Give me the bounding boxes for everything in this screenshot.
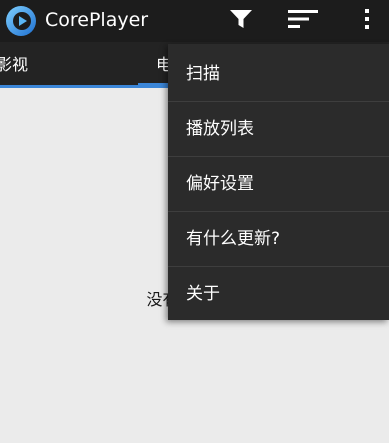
overflow-menu: 扫描 播放列表 偏好设置 有什么更新? 关于: [168, 44, 389, 320]
menu-item-about[interactable]: 关于: [168, 267, 389, 322]
action-bar: CorePlayer: [0, 0, 389, 42]
menu-item-preferences[interactable]: 偏好设置: [168, 157, 389, 212]
coreplayer-logo-icon[interactable]: [4, 4, 38, 38]
menu-item-scan[interactable]: 扫描: [168, 47, 389, 102]
sort-button[interactable]: [284, 0, 322, 42]
overflow-menu-button[interactable]: [350, 0, 384, 42]
app-screen: CorePlayer 影视 电 扫描 播放列表 偏好设置 有什么更新? 关于: [0, 0, 389, 443]
menu-item-whats-new[interactable]: 有什么更新?: [168, 212, 389, 267]
filter-icon: [229, 8, 253, 34]
overflow-menu-icon: [364, 8, 370, 34]
sort-icon: [288, 9, 318, 33]
filter-button[interactable]: [222, 0, 260, 42]
menu-item-playlists[interactable]: 播放列表: [168, 102, 389, 157]
tab-movies[interactable]: 影视: [0, 42, 116, 88]
app-title: CorePlayer: [45, 9, 149, 31]
